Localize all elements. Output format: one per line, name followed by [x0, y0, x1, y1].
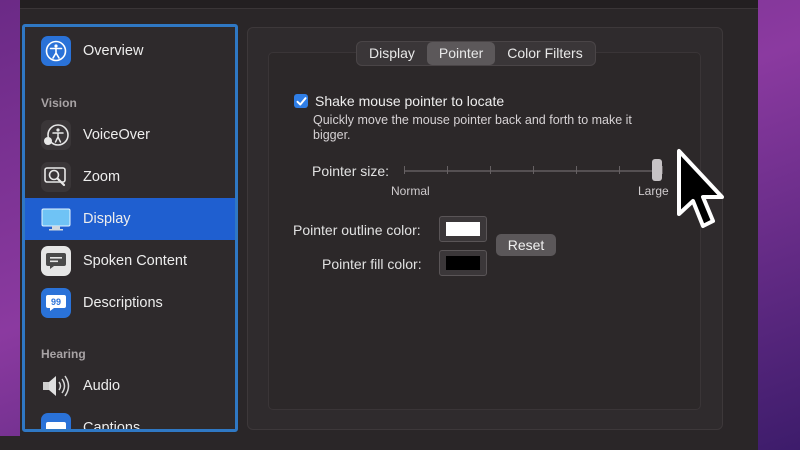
sidebar: Overview Vision VoiceOver Zoom Display S… [22, 24, 238, 432]
pointer-outline-color-label: Pointer outline color: [293, 222, 421, 238]
slider-tick [576, 166, 577, 174]
sidebar-item-label: VoiceOver [83, 127, 150, 143]
sidebar-item-captions[interactable]: Captions [25, 407, 235, 432]
spoken-content-icon [41, 246, 71, 276]
voiceover-icon [41, 120, 71, 150]
sidebar-item-audio[interactable]: Audio [25, 365, 235, 407]
sidebar-item-label: Captions [83, 420, 141, 432]
shake-pointer-checkbox[interactable] [294, 94, 308, 108]
slider-tick [619, 166, 620, 174]
slider-tick [662, 166, 663, 174]
tab-color-filters[interactable]: Color Filters [495, 42, 594, 65]
sidebar-item-label: Zoom [83, 169, 121, 185]
sidebar-item-zoom[interactable]: Zoom [25, 156, 235, 198]
display-icon [41, 204, 71, 234]
captions-icon [41, 413, 71, 429]
sidebar-section-hearing: Hearing [41, 347, 86, 361]
pointer-size-label: Pointer size: [312, 163, 390, 179]
sidebar-item-label: Overview [83, 43, 144, 59]
sidebar-item-descriptions[interactable]: 99 Descriptions [25, 282, 235, 324]
sidebar-item-spoken-content[interactable]: Spoken Content [25, 240, 235, 282]
zoom-icon [41, 162, 71, 192]
pointer-size-slider-knob[interactable] [652, 159, 662, 181]
pointer-size-max-label: Large [638, 184, 669, 198]
slider-tick [404, 166, 405, 174]
sidebar-item-label: Display [83, 211, 131, 227]
tab-display[interactable]: Display [357, 42, 427, 65]
fill-color-swatch [446, 256, 480, 270]
sidebar-section-vision: Vision [41, 96, 77, 110]
outline-color-swatch [446, 222, 480, 236]
pointer-size-min-label: Normal [391, 184, 430, 198]
window-footer [0, 436, 738, 450]
pointer-outline-color-well[interactable] [439, 216, 487, 242]
slider-tick [447, 166, 448, 174]
sidebar-item-display[interactable]: Display [25, 198, 235, 240]
slider-tick [533, 166, 534, 174]
sidebar-item-label: Descriptions [83, 295, 163, 311]
svg-text:99: 99 [51, 297, 61, 307]
reset-button[interactable]: Reset [496, 234, 556, 256]
tab-pointer[interactable]: Pointer [426, 42, 496, 65]
window-toolbar [20, 0, 758, 9]
pointer-fill-color-label: Pointer fill color: [322, 256, 422, 272]
sidebar-item-label: Audio [83, 378, 121, 394]
speaker-icon [41, 371, 71, 401]
sidebar-item-voiceover[interactable]: VoiceOver [25, 114, 235, 156]
shake-pointer-description: Quickly move the mouse pointer back and … [313, 113, 632, 142]
mouse-pointer-icon [675, 148, 729, 237]
descriptions-icon: 99 [41, 288, 71, 318]
slider-tick [490, 166, 491, 174]
accessibility-icon [41, 36, 71, 66]
tab-bar: Display Pointer Color Filters [356, 41, 596, 66]
shake-pointer-label[interactable]: Shake mouse pointer to locate [315, 93, 504, 109]
sidebar-item-label: Spoken Content [83, 253, 187, 269]
checkmark-icon [296, 96, 306, 105]
pointer-fill-color-well[interactable] [439, 250, 487, 276]
sidebar-item-overview[interactable]: Overview [25, 30, 235, 72]
